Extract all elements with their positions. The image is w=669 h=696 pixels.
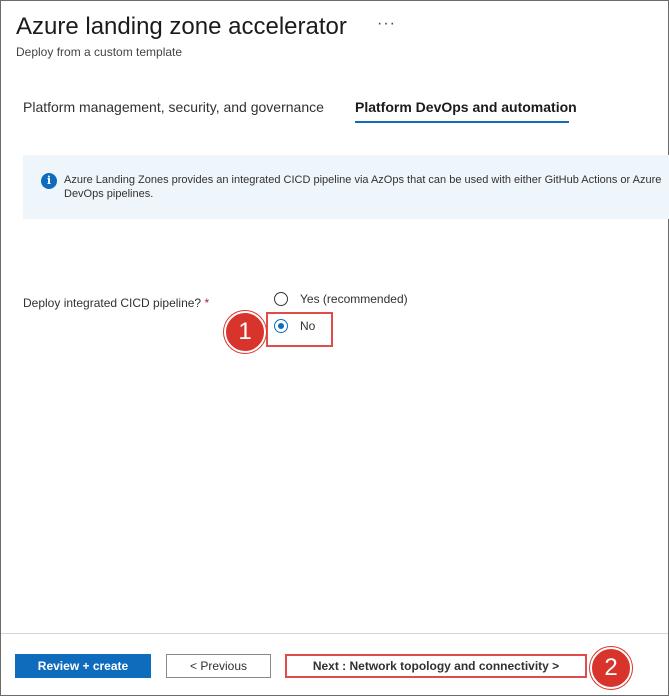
step-badge-1: 1 (224, 311, 266, 353)
footer-divider (1, 633, 668, 634)
selected-tab-indicator (355, 121, 569, 123)
more-options-icon[interactable]: ··· (377, 15, 396, 33)
info-banner: i Azure Landing Zones provides an integr… (23, 155, 669, 219)
cicd-pipeline-label-text: Deploy integrated CICD pipeline? (23, 296, 202, 310)
cicd-pipeline-label: Deploy integrated CICD pipeline? * (23, 296, 209, 310)
review-create-button[interactable]: Review + create (15, 654, 151, 678)
next-button[interactable]: Next : Network topology and connectivity… (285, 654, 587, 678)
highlight-box-no-option (266, 312, 333, 347)
info-icon: i (41, 173, 57, 189)
radio-option-yes[interactable]: Yes (recommended) (274, 292, 408, 306)
page-title: Azure landing zone accelerator (16, 13, 347, 40)
previous-button[interactable]: < Previous (166, 654, 271, 678)
required-asterisk: * (204, 296, 210, 310)
info-banner-text: Azure Landing Zones provides an integrat… (64, 174, 662, 200)
page-subtitle: Deploy from a custom template (16, 45, 183, 59)
tab-platform-management[interactable]: Platform management, security, and gover… (23, 99, 324, 115)
tab-platform-devops[interactable]: Platform DevOps and automation (355, 99, 577, 115)
radio-button-yes[interactable] (274, 292, 288, 306)
step-badge-2: 2 (590, 647, 632, 689)
radio-label-yes: Yes (recommended) (300, 292, 408, 306)
